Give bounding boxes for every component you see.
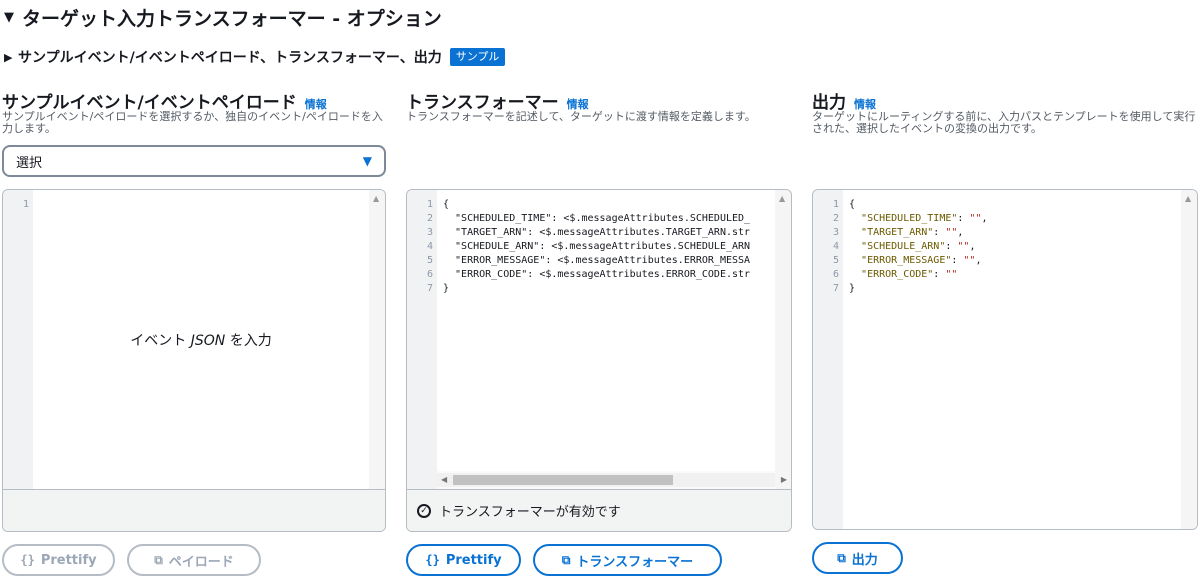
transformer-column: トランスフォーマー 情報 トランスフォーマーを記述して、ターゲットに渡す情報を定… [406, 88, 792, 123]
line-number: 4 [832, 241, 839, 252]
line-number: 2 [426, 213, 433, 224]
payload-editor-footer [3, 489, 385, 531]
check-circle-icon: ✓ [417, 503, 431, 518]
caret-down-icon: ▼ [362, 154, 372, 168]
line-number: 3 [426, 227, 433, 238]
code-line: 3 "TARGET_ARN": <$.messageAttributes.TAR… [407, 226, 767, 240]
line-number: 6 [426, 269, 433, 280]
caret-down-icon[interactable]: ▼ [4, 10, 22, 25]
editor-gutter [3, 190, 33, 489]
scroll-left-icon[interactable]: ◀ [441, 473, 447, 487]
line-content: "SCHEDULE_ARN": "", [861, 241, 976, 252]
transformer-editor[interactable]: 1{2 "SCHEDULED_TIME": <$.messageAttribut… [406, 189, 792, 532]
scroll-up-icon[interactable]: ▲ [373, 194, 379, 203]
line-content: "TARGET_ARN": <$.messageAttributes.TARGE… [443, 227, 751, 238]
transformer-status: ✓ トランスフォーマーが有効です [407, 489, 791, 531]
scroll-up-icon[interactable]: ▲ [779, 194, 785, 203]
line-content: "SCHEDULED_TIME": "", [861, 213, 988, 224]
vertical-scrollbar[interactable]: ▲ [1181, 190, 1197, 529]
transformer-prettify-button[interactable]: {} Prettify [406, 544, 521, 576]
sample-badge: サンプル [449, 48, 506, 66]
line-number: 7 [426, 283, 433, 294]
line-content: "SCHEDULE_ARN": <$.messageAttributes.SCH… [443, 241, 751, 252]
select-value: 選択 [16, 155, 43, 171]
line-content: } [849, 283, 856, 294]
line-content: "ERROR_CODE": <$.messageAttributes.ERROR… [443, 269, 751, 280]
caret-right-icon[interactable]: ▶ [4, 51, 18, 64]
line-content: "TARGET_ARN": "", [861, 227, 964, 238]
line-number: 5 [832, 255, 839, 266]
payload-editor[interactable]: 1 ▲ イベント JSON を入力 [2, 189, 386, 532]
copy-icon: ⧉ [837, 550, 846, 565]
output-column: 出力 情報 ターゲットにルーティングする前に、入力パスとテンプレートを使用して実… [812, 88, 1198, 135]
payload-prettify-button[interactable]: {} Prettify [2, 544, 115, 576]
copy-output-button[interactable]: ⧉ 出力 [812, 542, 903, 574]
code-line: 5 "ERROR_MESSAGE": "", [813, 254, 1197, 268]
braces-icon: {} [425, 553, 440, 567]
line-number: 5 [426, 255, 433, 266]
section-title: ターゲット入力トランスフォーマー - オプション [22, 7, 442, 30]
code-line: 2 "SCHEDULED_TIME": "", [813, 212, 1197, 226]
scrollbar-thumb[interactable] [453, 475, 673, 485]
output-description: ターゲットにルーティングする前に、入力パスとテンプレートを使用して実行された、選… [812, 110, 1196, 135]
section-header[interactable]: ▼ ターゲット入力トランスフォーマー - オプション [4, 4, 442, 30]
code-line: 5 "ERROR_MESSAGE": <$.messageAttributes.… [407, 254, 767, 268]
code-line: 1{ [813, 198, 1197, 212]
line-number: 1 [22, 199, 29, 210]
code-line: 4 "SCHEDULE_ARN": "", [813, 240, 1197, 254]
subsection-header[interactable]: ▶ サンプルイベント/イベントペイロード、トランスフォーマー、出力 サンプル [4, 46, 506, 68]
horizontal-scrollbar[interactable]: ◀ ▶ [437, 473, 787, 487]
braces-icon: {} [20, 553, 35, 567]
line-number: 7 [832, 283, 839, 294]
code-line: 1{ [407, 198, 767, 212]
payload-placeholder: イベント JSON を入力 [130, 333, 272, 349]
vertical-scrollbar[interactable]: ▲ [775, 190, 791, 489]
line-number: 1 [832, 199, 839, 210]
payload-description: サンプルイベント/ペイロードを選択するか、独自のイベント/ペイロードを入力します… [2, 110, 383, 135]
code-line: 4 "SCHEDULE_ARN": <$.messageAttributes.S… [407, 240, 767, 254]
sample-event-select[interactable]: 選択 ▼ [2, 145, 386, 177]
code-line: 6 "ERROR_CODE": "" [813, 268, 1197, 282]
scroll-up-icon[interactable]: ▲ [1185, 194, 1191, 203]
line-number: 3 [832, 227, 839, 238]
line-number: 6 [832, 269, 839, 280]
code-line: 6 "ERROR_CODE": <$.messageAttributes.ERR… [407, 268, 767, 282]
scroll-right-icon[interactable]: ▶ [781, 473, 787, 487]
line-content: } [443, 283, 450, 294]
subsection-title: サンプルイベント/イベントペイロード、トランスフォーマー、出力 [18, 50, 442, 66]
copy-icon: ⧉ [154, 552, 163, 567]
line-content: "ERROR_MESSAGE": <$.messageAttributes.ER… [443, 255, 751, 266]
copy-transformer-button[interactable]: ⧉ トランスフォーマー [533, 544, 722, 576]
transformer-valid-text: トランスフォーマーが有効です [439, 505, 621, 520]
vertical-scrollbar[interactable]: ▲ [369, 190, 385, 489]
code-line: 2 "SCHEDULED_TIME": <$.messageAttributes… [407, 212, 767, 226]
line-content: "ERROR_CODE": "" [861, 269, 958, 280]
line-content: { [849, 199, 856, 210]
line-number: 4 [426, 241, 433, 252]
payload-column: サンプルイベント/イベントペイロード 情報 サンプルイベント/ペイロードを選択す… [2, 88, 386, 135]
code-line: 7} [407, 282, 767, 296]
copy-icon: ⧉ [561, 552, 571, 567]
output-editor[interactable]: 1{2 "SCHEDULED_TIME": "", 3 "TARGET_ARN":… [812, 189, 1198, 530]
line-content: "SCHEDULED_TIME": <$.messageAttributes.S… [443, 213, 751, 224]
line-content: { [443, 199, 450, 210]
transformer-description: トランスフォーマーを記述して、ターゲットに渡す情報を定義します。 [406, 110, 756, 123]
copy-payload-button[interactable]: ⧉ ペイロード [127, 544, 261, 576]
code-line: 3 "TARGET_ARN": "", [813, 226, 1197, 240]
line-number: 1 [426, 199, 433, 210]
line-number: 2 [832, 213, 839, 224]
line-content: "ERROR_MESSAGE": "", [861, 255, 982, 266]
code-line: 7} [813, 282, 1197, 296]
